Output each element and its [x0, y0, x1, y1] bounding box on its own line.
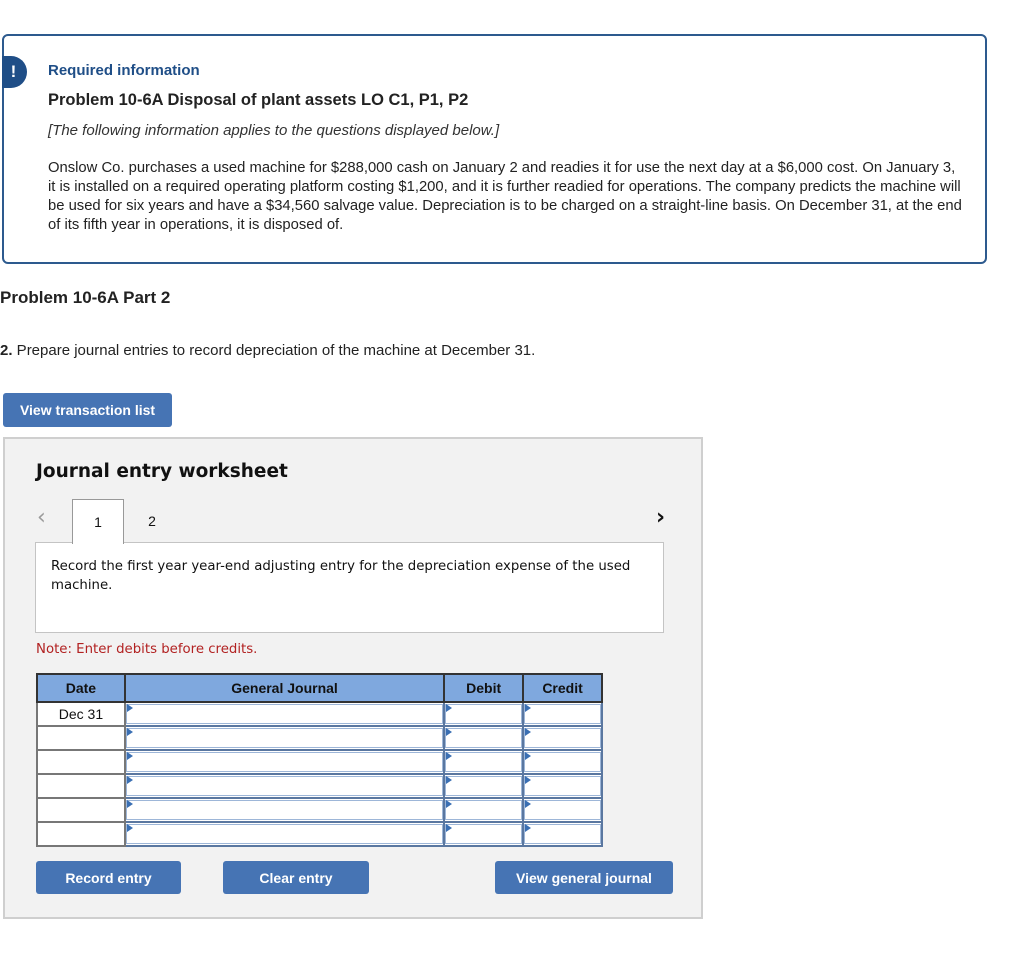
- debit-input-cell: [443, 797, 525, 823]
- account-input-cell: [123, 749, 446, 775]
- debit-input-cell: [443, 725, 525, 751]
- dropdown-marker-icon: [446, 800, 453, 808]
- account-input[interactable]: [125, 824, 444, 844]
- problem-title: Problem 10-6A Disposal of plant assets L…: [48, 91, 469, 109]
- dropdown-marker-icon: [446, 704, 453, 712]
- account-input-cell: [123, 797, 446, 823]
- account-input-cell: [123, 701, 446, 727]
- column-header-debit: Debit: [443, 673, 525, 703]
- credit-input[interactable]: [524, 752, 601, 772]
- dropdown-marker-icon: [446, 752, 453, 760]
- debit-input[interactable]: [445, 824, 523, 844]
- tab-entry-2[interactable]: 2: [127, 499, 177, 543]
- part-title: Problem 10-6A Part 2: [0, 288, 171, 307]
- general-journal-table: Date General Journal Debit Credit Dec 31: [36, 673, 603, 847]
- required-information-box: ! Required information Problem 10-6A Dis…: [2, 34, 987, 264]
- credit-input[interactable]: [524, 776, 601, 796]
- debit-input-cell: [443, 773, 525, 799]
- dropdown-marker-icon: [126, 800, 133, 808]
- dropdown-marker-icon: [525, 800, 532, 808]
- applies-note: [The following information applies to th…: [48, 122, 500, 139]
- dropdown-marker-icon: [126, 824, 133, 832]
- account-input[interactable]: [125, 728, 444, 748]
- table-row: [36, 821, 603, 847]
- dropdown-marker-icon: [525, 728, 532, 736]
- credit-input-cell: [522, 725, 603, 751]
- view-transaction-list-button[interactable]: View transaction list: [3, 393, 172, 427]
- date-cell[interactable]: [36, 821, 126, 847]
- credit-input-cell: [522, 821, 603, 847]
- debit-input-cell: [443, 749, 525, 775]
- table-row: [36, 749, 603, 775]
- debit-input[interactable]: [445, 728, 523, 748]
- dropdown-marker-icon: [525, 752, 532, 760]
- debit-input[interactable]: [445, 752, 523, 772]
- column-header-date: Date: [36, 673, 126, 703]
- question-number: 2.: [0, 342, 13, 359]
- date-cell[interactable]: [36, 749, 126, 775]
- credit-input-cell: [522, 701, 603, 727]
- date-cell[interactable]: Dec 31: [36, 701, 126, 727]
- dropdown-marker-icon: [446, 728, 453, 736]
- debit-input-cell: [443, 821, 525, 847]
- journal-entry-worksheet: Journal entry worksheet ‹ 1 2 › Record t…: [3, 437, 703, 919]
- debit-input[interactable]: [445, 800, 523, 820]
- credit-input[interactable]: [524, 800, 601, 820]
- table-row: Dec 31: [36, 701, 603, 727]
- dropdown-marker-icon: [126, 776, 133, 784]
- dropdown-marker-icon: [126, 704, 133, 712]
- account-input[interactable]: [125, 752, 444, 772]
- worksheet-title: Journal entry worksheet: [36, 461, 288, 482]
- entry-description: Record the first year year-end adjusting…: [35, 542, 664, 633]
- table-row: [36, 725, 603, 751]
- debit-input-cell: [443, 701, 525, 727]
- credit-input[interactable]: [524, 728, 601, 748]
- dropdown-marker-icon: [446, 776, 453, 784]
- dropdown-marker-icon: [446, 824, 453, 832]
- table-row: [36, 797, 603, 823]
- date-cell[interactable]: [36, 725, 126, 751]
- required-information-label: Required information: [48, 62, 200, 79]
- tab-entry-1[interactable]: 1: [72, 499, 124, 544]
- account-input-cell: [123, 821, 446, 847]
- clear-entry-button[interactable]: Clear entry: [223, 861, 369, 894]
- debit-input[interactable]: [445, 704, 523, 724]
- dropdown-marker-icon: [126, 728, 133, 736]
- dropdown-marker-icon: [525, 776, 532, 784]
- account-input-cell: [123, 725, 446, 751]
- chevron-right-icon[interactable]: ›: [656, 505, 665, 530]
- date-cell[interactable]: [36, 773, 126, 799]
- account-input-cell: [123, 773, 446, 799]
- view-general-journal-button[interactable]: View general journal: [495, 861, 673, 894]
- dropdown-marker-icon: [525, 824, 532, 832]
- problem-description: Onslow Co. purchases a used machine for …: [48, 160, 962, 233]
- credit-input[interactable]: [524, 704, 601, 724]
- credit-input-cell: [522, 749, 603, 775]
- credit-input-cell: [522, 797, 603, 823]
- table-header-row: Date General Journal Debit Credit: [36, 673, 603, 703]
- question-body: Prepare journal entries to record deprec…: [12, 342, 536, 359]
- debits-note: Note: Enter debits before credits.: [36, 642, 258, 657]
- credit-input-cell: [522, 773, 603, 799]
- column-header-general-journal: General Journal: [123, 673, 446, 703]
- chevron-left-icon[interactable]: ‹: [37, 505, 46, 530]
- date-cell[interactable]: [36, 797, 126, 823]
- dropdown-marker-icon: [126, 752, 133, 760]
- credit-input[interactable]: [524, 824, 601, 844]
- record-entry-button[interactable]: Record entry: [36, 861, 181, 894]
- alert-icon: !: [2, 56, 27, 88]
- question-text: 2. Prepare journal entries to record dep…: [0, 342, 535, 359]
- dropdown-marker-icon: [525, 704, 532, 712]
- column-header-credit: Credit: [522, 673, 603, 703]
- debit-input[interactable]: [445, 776, 523, 796]
- account-input[interactable]: [125, 800, 444, 820]
- table-row: [36, 773, 603, 799]
- account-input[interactable]: [125, 704, 444, 724]
- account-input[interactable]: [125, 776, 444, 796]
